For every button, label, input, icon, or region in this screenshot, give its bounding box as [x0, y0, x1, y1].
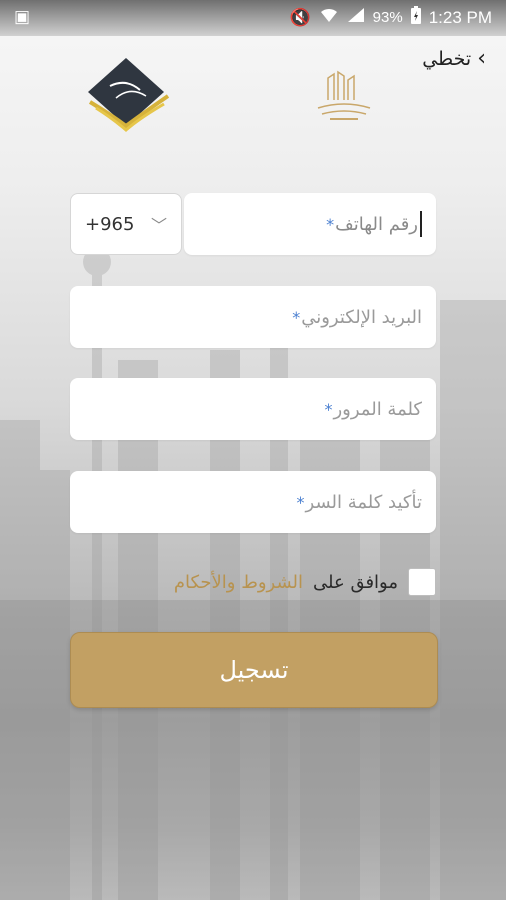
required-mark: * [326, 214, 335, 234]
terms-checkbox[interactable] [408, 568, 436, 596]
left-brand-logo [88, 58, 170, 132]
city-skyline-background [0, 248, 506, 900]
battery-percent: 93% [372, 9, 403, 26]
email-field[interactable]: البريد الإلكتروني * [70, 286, 436, 348]
skip-label: تخطي [422, 48, 472, 70]
register-button[interactable]: تسجيل [70, 632, 438, 708]
agree-prefix: موافق على [313, 571, 398, 593]
password-field[interactable]: كلمة المرور * [70, 378, 436, 440]
chevron-left-icon: ‹ [477, 46, 486, 71]
mute-icon: 🔇 [289, 7, 311, 27]
password-placeholder: كلمة المرور [333, 398, 422, 420]
right-brand-logo [317, 70, 371, 120]
register-label: تسجيل [219, 656, 289, 684]
country-code-value: +965 [85, 213, 135, 235]
terms-link[interactable]: الشروط والأحكام [174, 572, 303, 593]
clock: 1:23 PM [428, 7, 492, 27]
skip-button[interactable]: تخطي ‹ [422, 46, 486, 71]
required-mark: * [296, 492, 305, 512]
signal-icon [347, 7, 365, 28]
country-code-selector[interactable]: +965 ﹀ [70, 193, 182, 255]
text-cursor [420, 211, 422, 237]
wifi-icon [319, 7, 339, 28]
required-mark: * [292, 307, 301, 327]
email-placeholder: البريد الإلكتروني [301, 306, 422, 328]
status-bar: ▣ 🔇 93% 1:23 PM [0, 0, 506, 36]
confirm-password-placeholder: تأكيد كلمة السر [305, 491, 422, 513]
terms-agreement: موافق على الشروط والأحكام [174, 568, 436, 596]
battery-charging-icon [410, 6, 421, 29]
gallery-notification-icon: ▣ [14, 7, 31, 26]
chevron-down-icon: ﹀ [150, 216, 167, 235]
phone-placeholder: رقم الهاتف [335, 213, 418, 235]
phone-field[interactable]: رقم الهاتف * [184, 193, 436, 255]
required-mark: * [324, 399, 333, 419]
confirm-password-field[interactable]: تأكيد كلمة السر * [70, 471, 436, 533]
